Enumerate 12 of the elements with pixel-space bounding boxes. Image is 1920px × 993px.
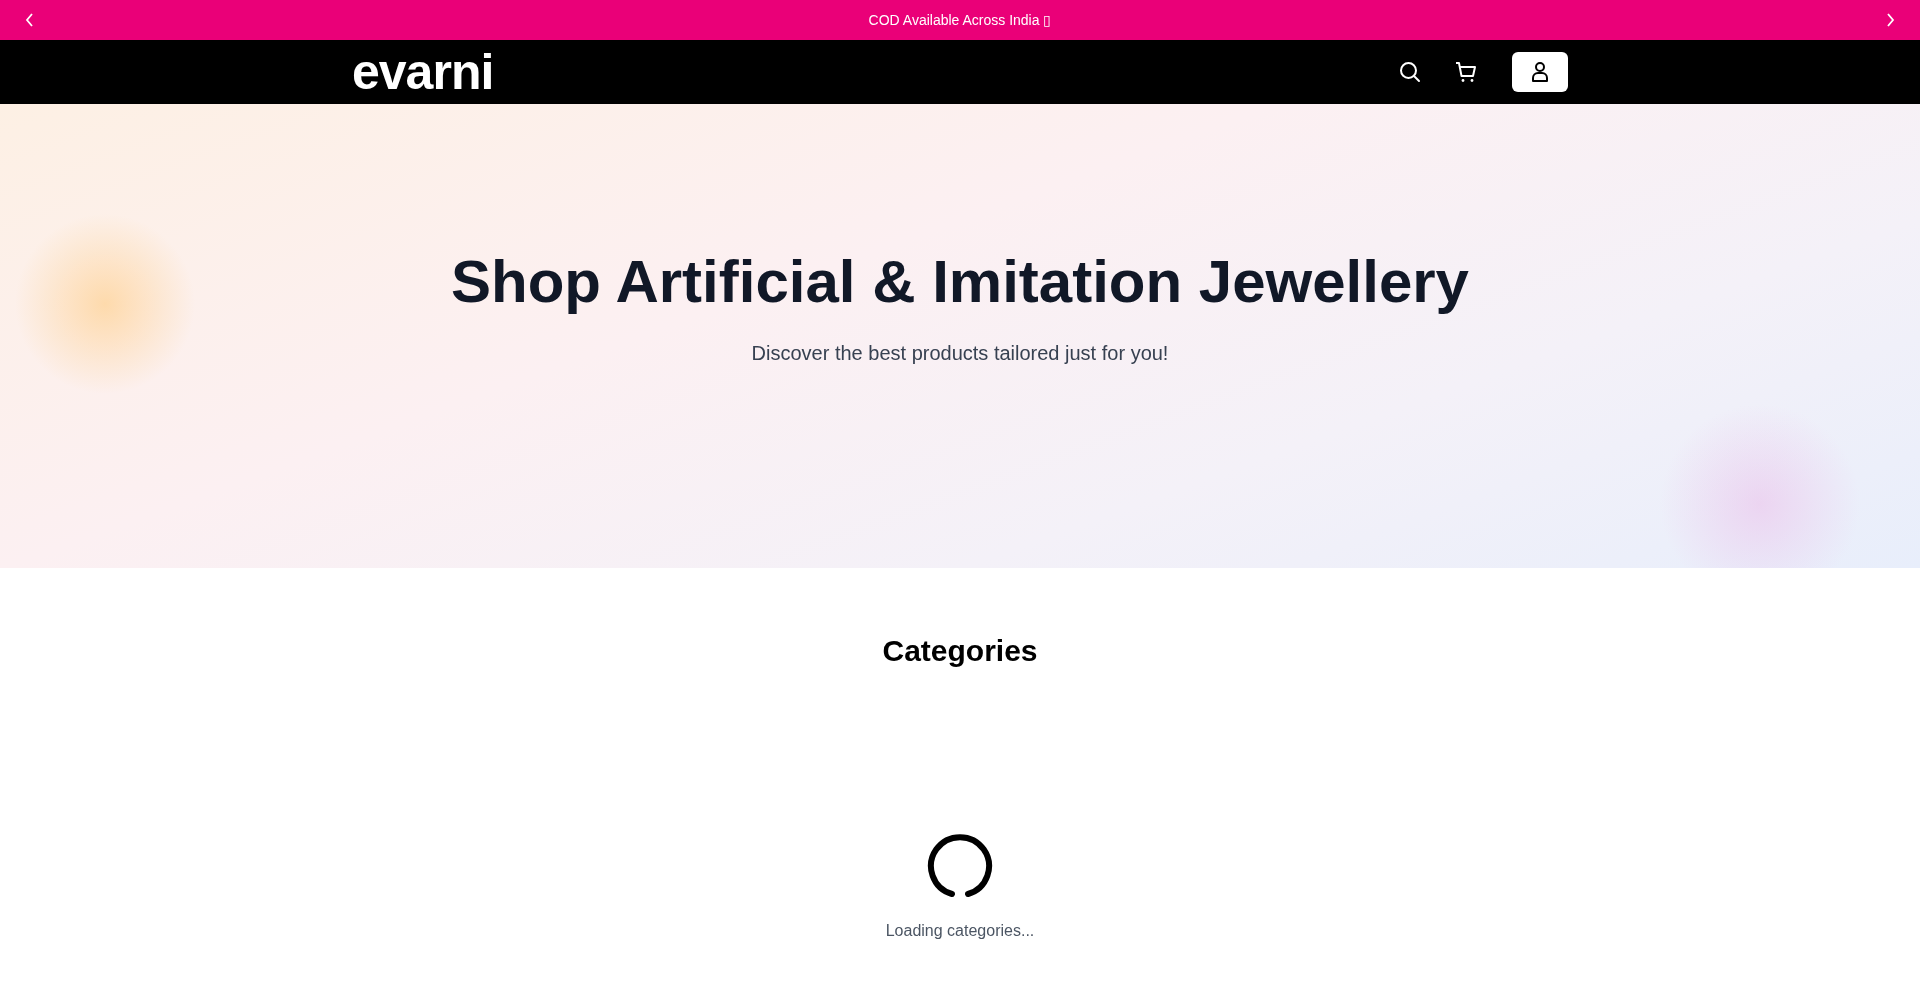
cart-icon (1454, 60, 1478, 84)
search-icon (1398, 60, 1422, 84)
section-heading: Categories (882, 634, 1038, 668)
announcement-text: COD Available Across India ▯ (868, 12, 1052, 28)
loading-text: Loading categories... (885, 922, 1035, 940)
hero-title: Shop Artificial & Imitation Jewellery (451, 247, 1469, 316)
chevron-left-icon (24, 13, 36, 27)
account-button[interactable] (1512, 52, 1568, 92)
hero-subtitle: Discover the best products tailored just for you! (751, 342, 1169, 365)
user-icon (1530, 61, 1550, 83)
logo[interactable]: evarni (352, 47, 494, 97)
chevron-right-icon (1884, 13, 1896, 27)
